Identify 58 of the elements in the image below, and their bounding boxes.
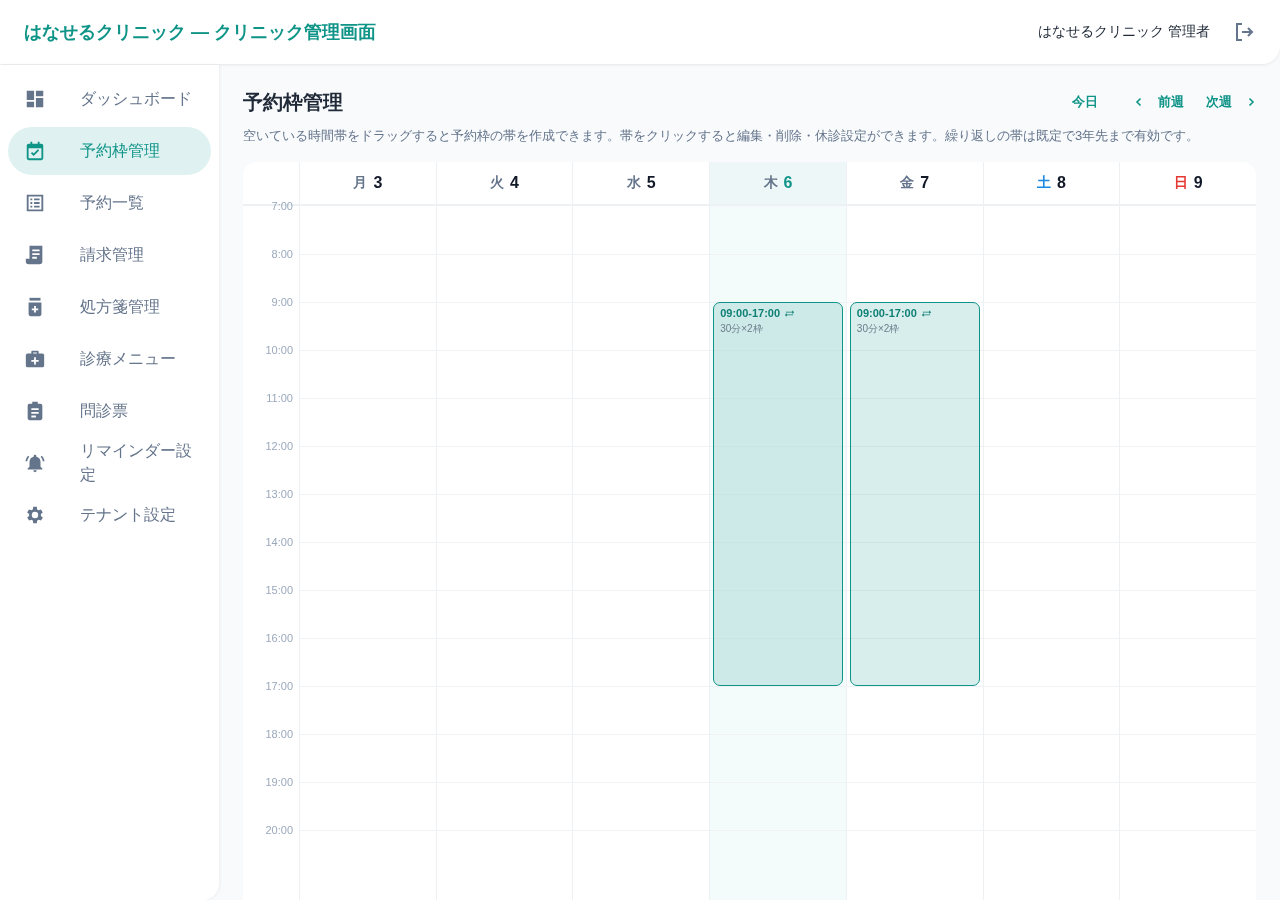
- time-label: 11:00: [265, 392, 293, 404]
- date-number: 8: [1056, 174, 1066, 192]
- sidebar-item[interactable]: テナント設定: [8, 491, 211, 539]
- time-label: 10:00: [264, 344, 293, 356]
- time-label: 9:00: [270, 296, 293, 308]
- slot-detail: 30分×2枠: [720, 322, 764, 336]
- date-number: 5: [646, 174, 656, 192]
- time-label: 15:00: [264, 584, 293, 596]
- date-number: 6: [783, 174, 793, 192]
- weekday-label: 金: [900, 174, 915, 192]
- gear-icon: [24, 504, 46, 526]
- page-title: 予約枠管理: [243, 89, 344, 115]
- time-label: 13:00: [264, 488, 293, 500]
- time-slot-block[interactable]: 09:00-17:00 30分×2枠: [849, 302, 980, 686]
- time-label: 19:00: [264, 776, 293, 788]
- sidebar-item[interactable]: リマインダー設定: [8, 439, 211, 487]
- time-label: 17:00: [264, 680, 293, 692]
- time-label: 7:00: [270, 200, 293, 212]
- medical-kit-icon: [24, 348, 46, 370]
- chevron-right-icon: [1246, 97, 1256, 107]
- dashboard-icon: [24, 88, 46, 110]
- time-label: 20:00: [264, 824, 293, 836]
- date-number: 9: [1193, 174, 1203, 192]
- time-label: 12:00: [264, 440, 293, 452]
- date-number: 3: [373, 174, 383, 192]
- chevron-left-icon: [1134, 97, 1144, 107]
- weekday-label: 木: [763, 174, 778, 192]
- sidebar-item[interactable]: 予約枠管理: [8, 127, 211, 175]
- weekday-label: 水: [626, 174, 641, 192]
- previous-week-button[interactable]: 前週: [1134, 89, 1184, 115]
- time-label: 14:00: [264, 536, 293, 548]
- time-label: 16:00: [264, 632, 293, 644]
- sidebar-item[interactable]: 診療メニュー: [8, 335, 211, 383]
- calendar-icon: [24, 140, 46, 162]
- slot-time: 09:00-17:00: [720, 307, 781, 319]
- weekday-label: 火: [490, 174, 505, 192]
- time-label: 18:00: [264, 728, 293, 740]
- bell-icon: [24, 452, 46, 474]
- weekday-label: 日: [1173, 174, 1188, 192]
- user-name: はなせるクリニック 管理者: [1038, 23, 1210, 41]
- date-number: 4: [510, 174, 519, 192]
- sidebar-item[interactable]: 予約一覧: [8, 179, 211, 227]
- sidebar-item[interactable]: 請求管理: [8, 231, 211, 279]
- next-week-button[interactable]: 次週: [1206, 89, 1256, 115]
- list-icon: [24, 192, 46, 214]
- sidebar-item[interactable]: 処方箋管理: [8, 283, 211, 331]
- slot-time: 09:00-17:00: [856, 307, 917, 319]
- today-button[interactable]: 今日: [1072, 89, 1098, 115]
- sidebar-item[interactable]: ダッシュボード: [8, 75, 211, 123]
- weekday-label: 土: [1036, 174, 1051, 192]
- time-slot-block[interactable]: 09:00-17:00 30分×2枠: [713, 302, 843, 686]
- date-number: 7: [920, 174, 930, 192]
- weekday-label: 月: [353, 174, 368, 192]
- time-label: 8:00: [270, 248, 293, 260]
- slot-detail: 30分×2枠: [856, 322, 901, 336]
- sidebar-item[interactable]: 問診票: [8, 387, 211, 435]
- app-title: はなせるクリニック — クリニック管理画面: [24, 21, 377, 44]
- page-description: 空いている時間帯をドラッグすると予約枠の帯を作成できます。帯をクリックすると編集・削除・休診設定ができます。繰り返しの帯は既定で3年先まで有効です。: [243, 127, 1201, 145]
